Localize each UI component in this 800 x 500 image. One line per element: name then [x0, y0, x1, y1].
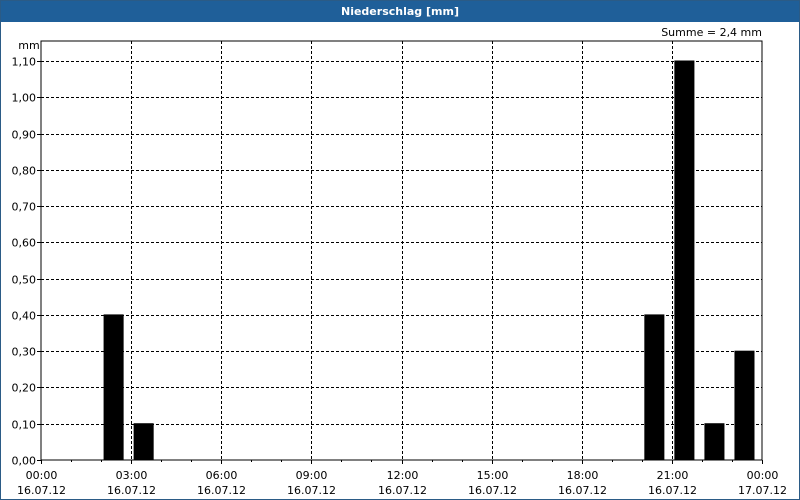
x-tick-time-label: 03:00 — [116, 469, 148, 482]
y-tick-label: 1,10 — [12, 56, 37, 69]
x-tick-time-label: 18:00 — [567, 469, 599, 482]
precipitation-bar — [704, 423, 725, 461]
precipitation-bar — [674, 60, 695, 461]
x-tick-date-label: 16.07.12 — [648, 484, 697, 497]
sum-label: Summe = 2,4 mm — [661, 26, 762, 39]
x-tick-date-label: 16.07.12 — [197, 484, 246, 497]
precipitation-bar — [734, 350, 755, 461]
x-tick-date-label: 16.07.12 — [378, 484, 427, 497]
x-tick-date-label: 16.07.12 — [17, 484, 66, 497]
y-tick-label: 0,70 — [12, 201, 37, 214]
x-tick-date-label: 16.07.12 — [287, 484, 336, 497]
y-tick-label: 0,40 — [12, 310, 37, 323]
y-tick-label: 0,10 — [12, 419, 37, 432]
x-tick-date-label: 16.07.12 — [558, 484, 607, 497]
x-tick-time-label: 12:00 — [387, 469, 419, 482]
y-tick-label: 0,90 — [12, 129, 37, 142]
x-tick-time-label: 06:00 — [206, 469, 238, 482]
y-tick-label: 0,80 — [12, 165, 37, 178]
y-tick-label: 0,30 — [12, 346, 37, 359]
x-tick-time-label: 00:00 — [747, 469, 779, 482]
y-tick-label: 0,20 — [12, 382, 37, 395]
precipitation-bar — [133, 423, 154, 461]
y-tick-label: 0,50 — [12, 274, 37, 287]
precipitation-bar — [103, 314, 124, 461]
x-tick-time-label: 15:00 — [477, 469, 509, 482]
y-tick-label: 1,00 — [12, 92, 37, 105]
y-axis-label: mm — [18, 39, 39, 52]
x-tick-time-label: 00:00 — [26, 469, 58, 482]
y-tick-label: 0,60 — [12, 237, 37, 250]
x-tick-time-label: 09:00 — [296, 469, 328, 482]
x-tick-date-label: 16.07.12 — [468, 484, 517, 497]
precipitation-chart: 0,00 0,10 0,20 0,30 0,40 0,50 0,60 0,70 0,80 0,90… — [12, 26, 787, 497]
x-tick-date-label: 16.07.12 — [107, 484, 156, 497]
y-tick-label: 0,00 — [12, 455, 37, 468]
x-tick-time-label: 21:00 — [657, 469, 689, 482]
precipitation-bar — [644, 314, 665, 461]
x-tick-date-label: 17.07.12 — [738, 484, 787, 497]
